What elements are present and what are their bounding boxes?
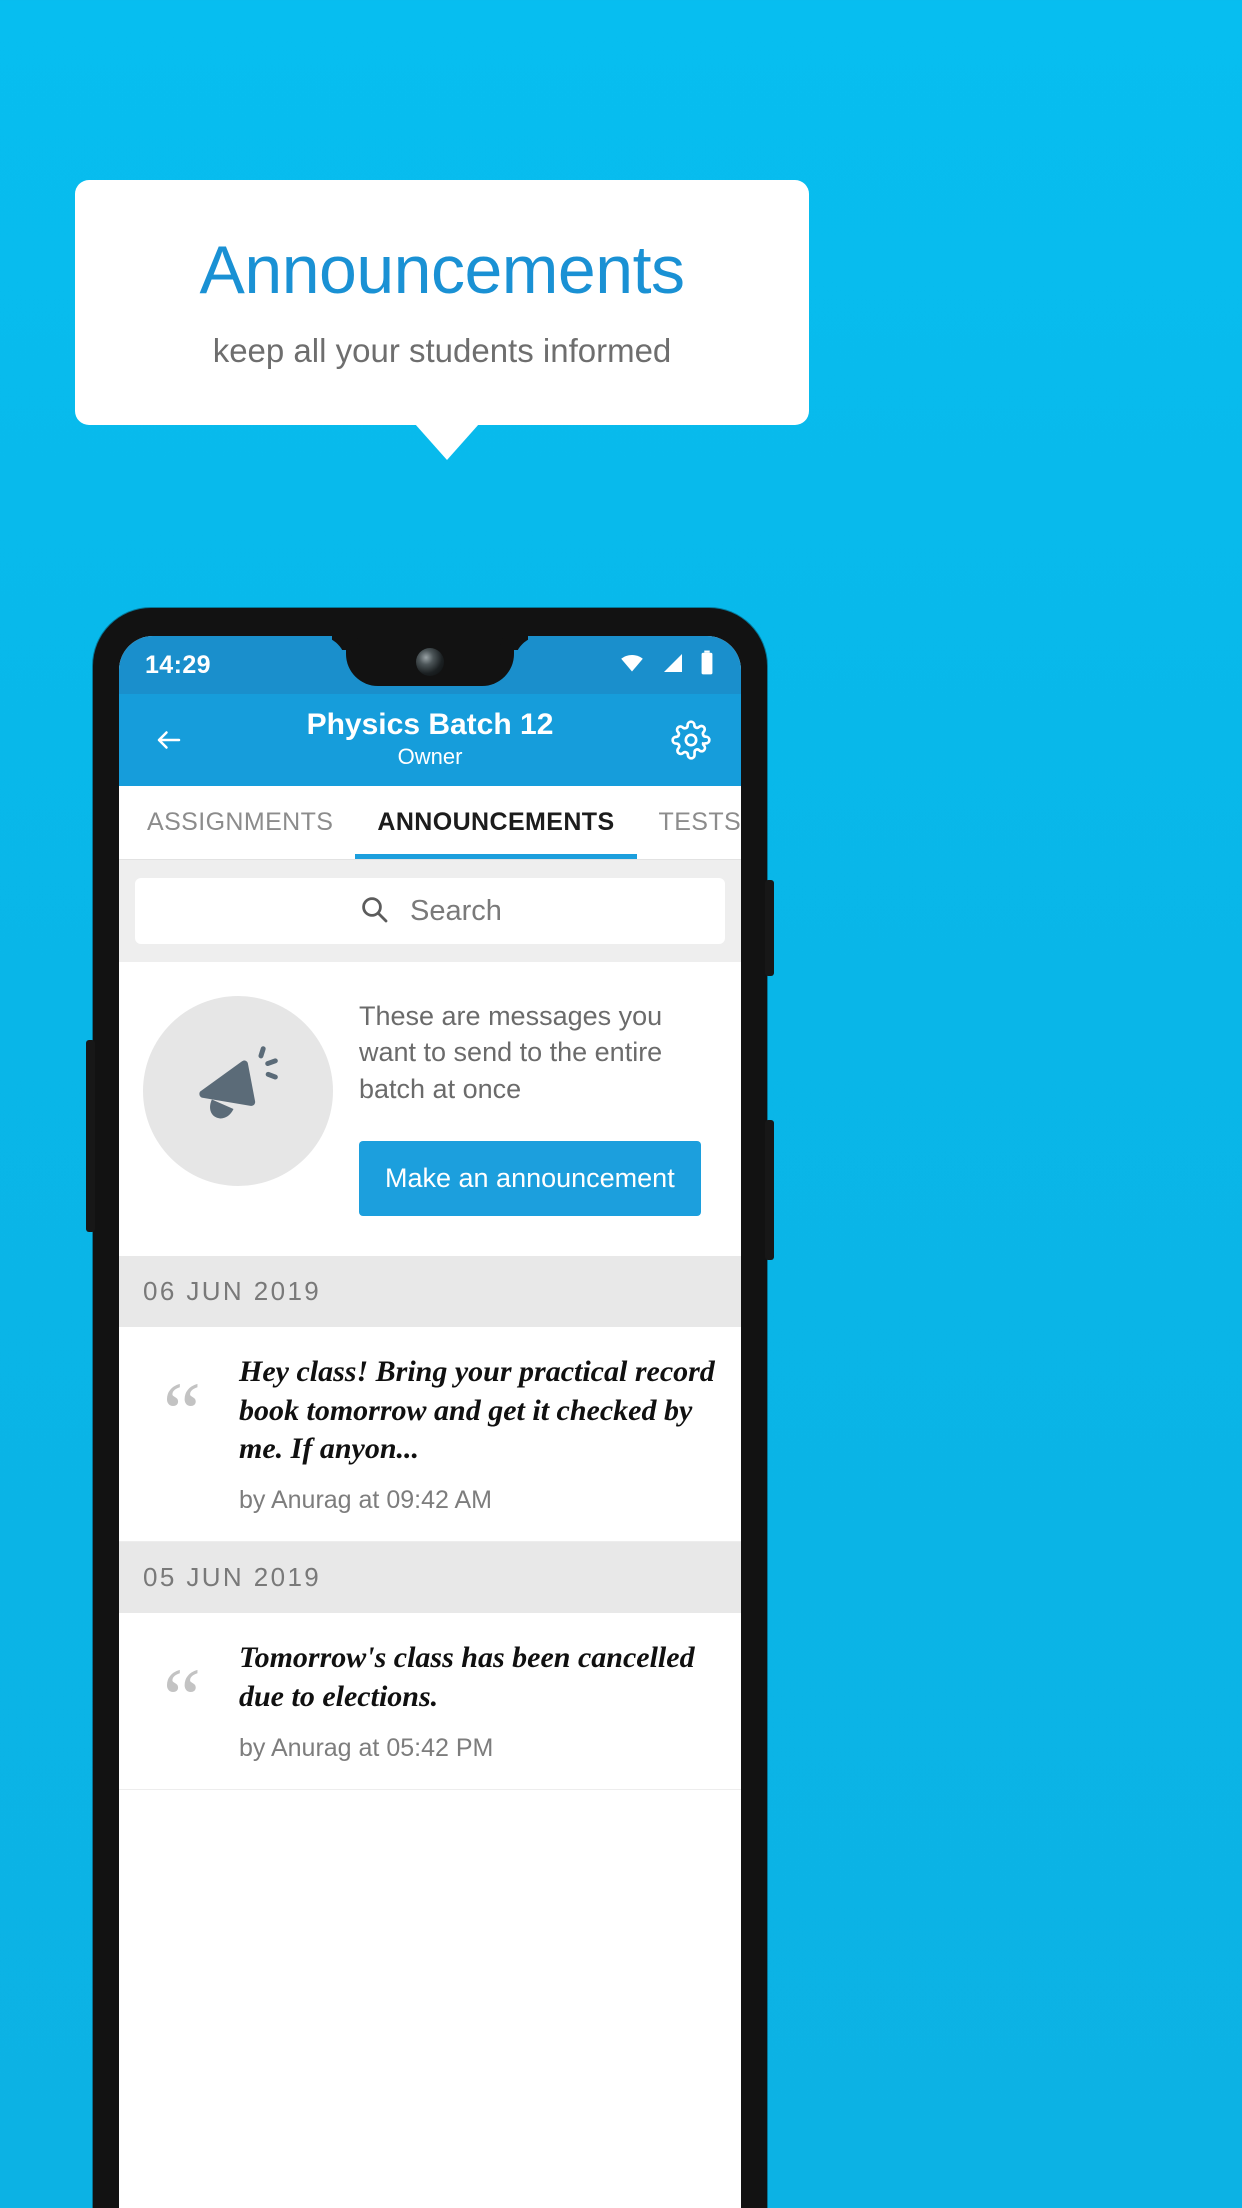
- promo-card-tail: [415, 424, 479, 460]
- app-bar-subtitle: Owner: [397, 743, 463, 769]
- tab-announcements-label: ANNOUNCEMENTS: [377, 808, 615, 836]
- tab-bar[interactable]: ASSIGNMENTS ANNOUNCEMENTS TESTS V: [119, 786, 741, 860]
- announcement-row[interactable]: “ Hey class! Bring your practical record…: [119, 1327, 741, 1543]
- phone-device: 14:29 Physics Batch 12 Owner ASSIGNMENTS…: [86, 608, 774, 2208]
- announcement-meta: by Anurag at 05:42 PM: [239, 1734, 494, 1763]
- arrow-left-icon: [157, 731, 181, 749]
- search-input[interactable]: Search: [135, 878, 725, 944]
- status-time: 14:29: [145, 650, 211, 679]
- tab-tests[interactable]: TESTS: [637, 786, 741, 859]
- phone-side-button[interactable]: [86, 1040, 95, 1232]
- phone-power-button[interactable]: [765, 880, 774, 976]
- date-header: 06 JUN 2019: [119, 1256, 741, 1328]
- quote-icon: “: [162, 1364, 202, 1461]
- phone-notch: [346, 636, 514, 686]
- front-camera-icon: [416, 648, 444, 676]
- date-header: 05 JUN 2019: [119, 1542, 741, 1614]
- app-bar: Physics Batch 12 Owner: [119, 694, 741, 786]
- page-subtitle: keep all your students informed: [212, 332, 672, 370]
- search-bar-container: Search: [119, 860, 741, 962]
- announcement-text: Hey class! Bring your practical record b…: [239, 1355, 715, 1466]
- phone-screen: 14:29 Physics Batch 12 Owner ASSIGNMENTS…: [119, 636, 741, 2208]
- phone-volume-button[interactable]: [765, 1120, 774, 1260]
- megaphone-icon: [199, 1046, 278, 1119]
- quote-icon: “: [162, 1650, 202, 1747]
- promo-card: Announcements keep all your students inf…: [75, 180, 809, 425]
- announcement-row[interactable]: “ Tomorrow's class has been cancelled du…: [119, 1613, 741, 1791]
- announcement-text: Tomorrow's class has been cancelled due …: [239, 1641, 695, 1713]
- tab-assignments-label: ASSIGNMENTS: [147, 808, 334, 836]
- battery-icon: [699, 650, 715, 681]
- announcement-meta: by Anurag at 09:42 AM: [239, 1486, 492, 1515]
- settings-button[interactable]: [665, 714, 717, 766]
- promo-description: These are messages you want to send to t…: [359, 1001, 663, 1104]
- status-icons: [617, 650, 715, 681]
- promo-content: These are messages you want to send to t…: [359, 990, 717, 1217]
- app-bar-title: Physics Batch 12: [306, 708, 554, 742]
- announcement-body: Tomorrow's class has been cancelled due …: [239, 1639, 717, 1763]
- signal-icon: [660, 651, 686, 680]
- search-placeholder: Search: [410, 894, 502, 927]
- make-announcement-button[interactable]: Make an announcement: [359, 1141, 701, 1217]
- gear-icon: [671, 720, 711, 760]
- megaphone-avatar: [143, 996, 333, 1186]
- announcement-body: Hey class! Bring your practical record b…: [239, 1353, 717, 1515]
- back-button[interactable]: [143, 714, 195, 766]
- tab-announcements[interactable]: ANNOUNCEMENTS: [355, 786, 637, 859]
- page-title: Announcements: [199, 231, 685, 308]
- tab-assignments[interactable]: ASSIGNMENTS: [119, 786, 355, 859]
- announcement-promo: These are messages you want to send to t…: [119, 962, 741, 1257]
- search-icon: [358, 893, 390, 930]
- wifi-icon: [617, 651, 647, 680]
- tab-tests-label: TESTS: [658, 808, 741, 836]
- app-bar-titles: Physics Batch 12 Owner: [119, 708, 741, 771]
- status-bar: 14:29: [119, 636, 741, 694]
